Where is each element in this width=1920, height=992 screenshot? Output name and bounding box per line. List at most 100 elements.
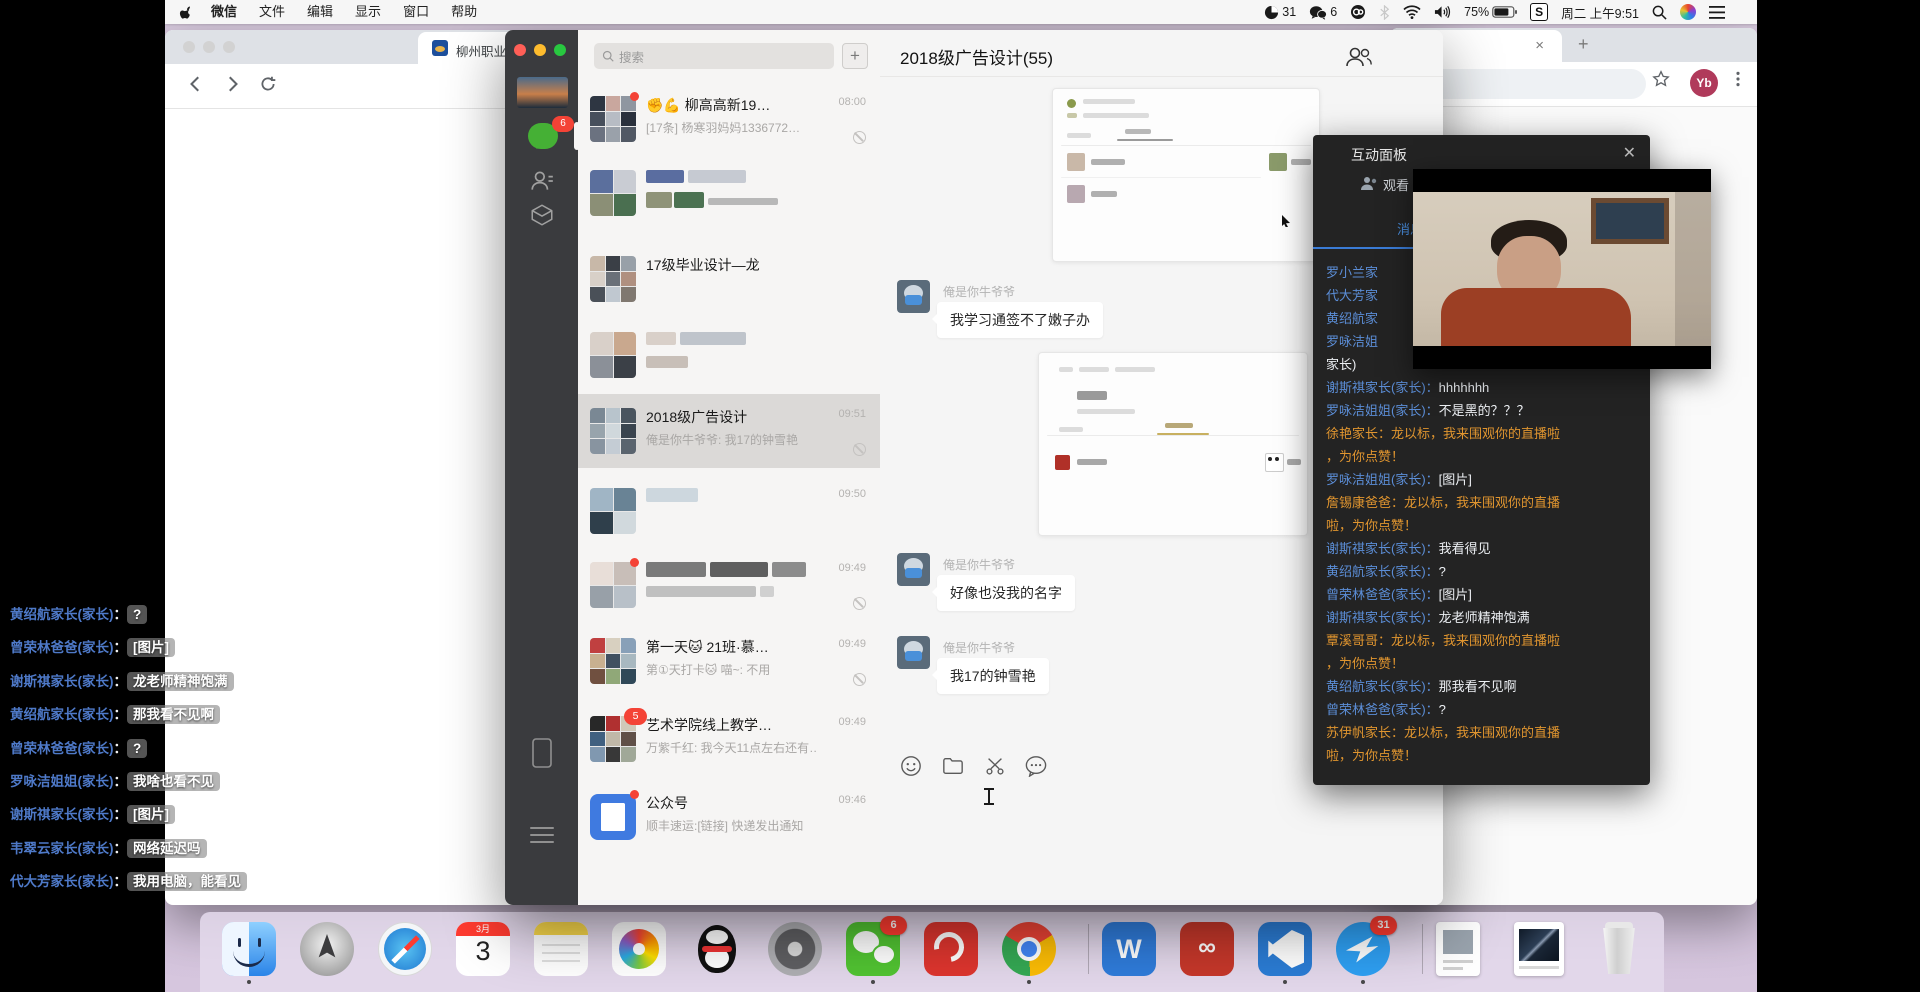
dingtalk-badge: 31 [1370, 916, 1397, 935]
vscode-dock-icon[interactable] [1258, 922, 1312, 976]
image-message-screenshot[interactable] [1052, 88, 1320, 262]
menu-item-4[interactable]: 窗口 [392, 0, 440, 24]
creative-cloud-icon[interactable] [1350, 4, 1366, 20]
panel-close-icon[interactable]: ✕ [1623, 143, 1636, 163]
document-file-dock-icon[interactable] [1436, 922, 1480, 976]
chat-list-item[interactable]: 艺术学院线上教学…09:49万紫千红: 我今天11点左右还有…5 [578, 702, 880, 776]
image-message-screenshot[interactable] [1038, 352, 1308, 536]
chat-time: 09:49 [838, 562, 866, 574]
overlay-comment: 黄绍航家长(家长)：? [10, 603, 147, 623]
chat-list-item[interactable]: 公众号09:46顺丰速运:[链接] 快递发出通知 [578, 780, 880, 854]
window-close-button[interactable] [183, 41, 195, 53]
panel-message-text: 苏伊帆家长：龙以标，我来围观你的直播 [1326, 725, 1560, 740]
chat-name: 艺术学院线上教学… [646, 715, 772, 735]
safari-dock-icon[interactable] [378, 922, 432, 976]
emoji-icon[interactable] [900, 755, 922, 777]
back-icon[interactable] [187, 75, 205, 93]
apple-menu-icon[interactable] [179, 5, 194, 20]
overlay-message-text: 我用电脑，能看见 [127, 872, 247, 891]
trash-dock-icon[interactable] [1592, 922, 1646, 976]
input-method-icon[interactable]: S [1530, 3, 1548, 21]
add-chat-button[interactable]: + [842, 43, 868, 69]
wps-office-dock-icon[interactable]: W [1102, 922, 1156, 976]
group-members-icon[interactable] [1345, 45, 1373, 69]
bookmark-star-icon[interactable] [1652, 70, 1670, 88]
letterbox-right [1757, 0, 1920, 992]
battery-status[interactable]: 75% [1464, 5, 1517, 19]
system-preferences-dock-icon[interactable] [768, 922, 822, 976]
window-minimize-button[interactable] [203, 41, 215, 53]
chat-list-item[interactable]: 17级毕业设计—龙 [578, 242, 880, 316]
photos-dock-icon[interactable] [612, 922, 666, 976]
notification-status-icon[interactable]: 31 [1264, 5, 1296, 20]
image-file-dock-icon[interactable] [1514, 922, 1564, 976]
new-tab-icon[interactable]: + [1578, 34, 1589, 55]
window-minimize-button[interactable] [534, 44, 546, 56]
calendar-dock-icon[interactable]: 3月3 [456, 922, 510, 976]
window-zoom-button[interactable] [223, 41, 235, 53]
menu-item-2[interactable]: 编辑 [296, 0, 344, 24]
screenshot-scissors-icon[interactable] [984, 755, 1006, 777]
chat-list-item[interactable]: 2018级广告设计09:51俺是你牛爷爷: 我17的钟雪艳 [578, 394, 880, 468]
wechat-dock-icon[interactable]: 6 [846, 922, 900, 976]
volume-icon[interactable] [1434, 5, 1451, 19]
picture-frame [1591, 198, 1669, 244]
qq-dock-icon[interactable] [690, 922, 744, 976]
sender-avatar[interactable] [897, 280, 930, 313]
adobe-creative-cloud-dock-icon[interactable]: ∞ [1180, 922, 1234, 976]
menu-item-0[interactable]: 微信 [200, 0, 248, 24]
user-avatar[interactable] [517, 77, 568, 108]
chat-list-item[interactable]: 09:50 [578, 474, 880, 548]
bluetooth-icon[interactable] [1379, 5, 1390, 20]
sender-avatar[interactable] [897, 553, 930, 586]
mute-icon [853, 673, 866, 686]
notification-count: 31 [1282, 5, 1296, 19]
wifi-icon[interactable] [1403, 5, 1421, 19]
overlay-comment: 韦翠云家长(家长)：网络延迟吗 [10, 837, 207, 857]
notes-dock-icon[interactable] [534, 922, 588, 976]
settings-menu-icon[interactable] [530, 822, 554, 848]
chat-list-item[interactable]: ✊💪 柳高高新19…08:00[17条] 杨寒羽妈妈1336772… [578, 82, 880, 156]
menu-item-5[interactable]: 帮助 [440, 0, 488, 24]
notification-center-icon[interactable] [1709, 6, 1725, 19]
panel-chat-line: 谢斯祺家长(家长)：hhhhhhh [1326, 376, 1640, 399]
mobile-phone-icon[interactable] [532, 738, 552, 768]
favorites-box-icon[interactable] [529, 202, 555, 228]
overlay-colon: ： [114, 607, 128, 622]
netease-music-dock-icon[interactable] [924, 922, 978, 976]
tab-close-icon[interactable]: × [1535, 37, 1544, 54]
chrome-dock-icon[interactable] [1002, 922, 1056, 976]
blurred-text-block [708, 198, 778, 205]
menu-item-3[interactable]: 显示 [344, 0, 392, 24]
siri-icon[interactable] [1680, 4, 1696, 20]
chat-list-item[interactable] [578, 318, 880, 392]
panel-chat-line: 谢斯祺家长(家长)：我看得见 [1326, 537, 1640, 560]
contacts-nav-icon[interactable] [529, 168, 555, 194]
chat-time: 08:00 [838, 96, 866, 108]
panel-message-text: [图片] [1439, 472, 1472, 487]
menu-item-1[interactable]: 文件 [248, 0, 296, 24]
reload-icon[interactable] [259, 75, 277, 93]
clock[interactable]: 周二 上午9:51 [1561, 3, 1639, 22]
chat-list-item[interactable]: 第一天🐱 21班·慕…09:49第①天打卡🐱 喵~: 不用 [578, 624, 880, 698]
overlay-sender-name: 曾荣林爸爸(家长) [10, 640, 114, 655]
file-folder-icon[interactable] [942, 755, 964, 777]
forward-icon[interactable] [223, 75, 241, 93]
window-close-button[interactable] [514, 44, 526, 56]
menu-kebab-icon[interactable] [1730, 70, 1746, 88]
finder-dock-icon[interactable] [222, 922, 276, 976]
chat-list-item[interactable] [578, 156, 880, 230]
dingtalk-dock-icon[interactable]: 31 [1336, 922, 1390, 976]
search-input[interactable]: 搜索 [594, 43, 834, 69]
wechat-status-icon[interactable]: 6 [1309, 5, 1337, 20]
blurred-text-block [646, 332, 676, 345]
launchpad-dock-icon[interactable] [300, 922, 354, 976]
panel-chat-line: 詹锡康爸爸：龙以标，我来围观你的直播 [1326, 491, 1640, 514]
running-indicator [1027, 980, 1031, 984]
sender-avatar[interactable] [897, 636, 930, 669]
spotlight-search-icon[interactable] [1652, 5, 1667, 20]
chat-history-icon[interactable] [1024, 755, 1048, 777]
profile-avatar[interactable]: Yb [1690, 69, 1718, 97]
window-zoom-button[interactable] [554, 44, 566, 56]
chat-list-item[interactable]: 09:49 [578, 548, 880, 622]
